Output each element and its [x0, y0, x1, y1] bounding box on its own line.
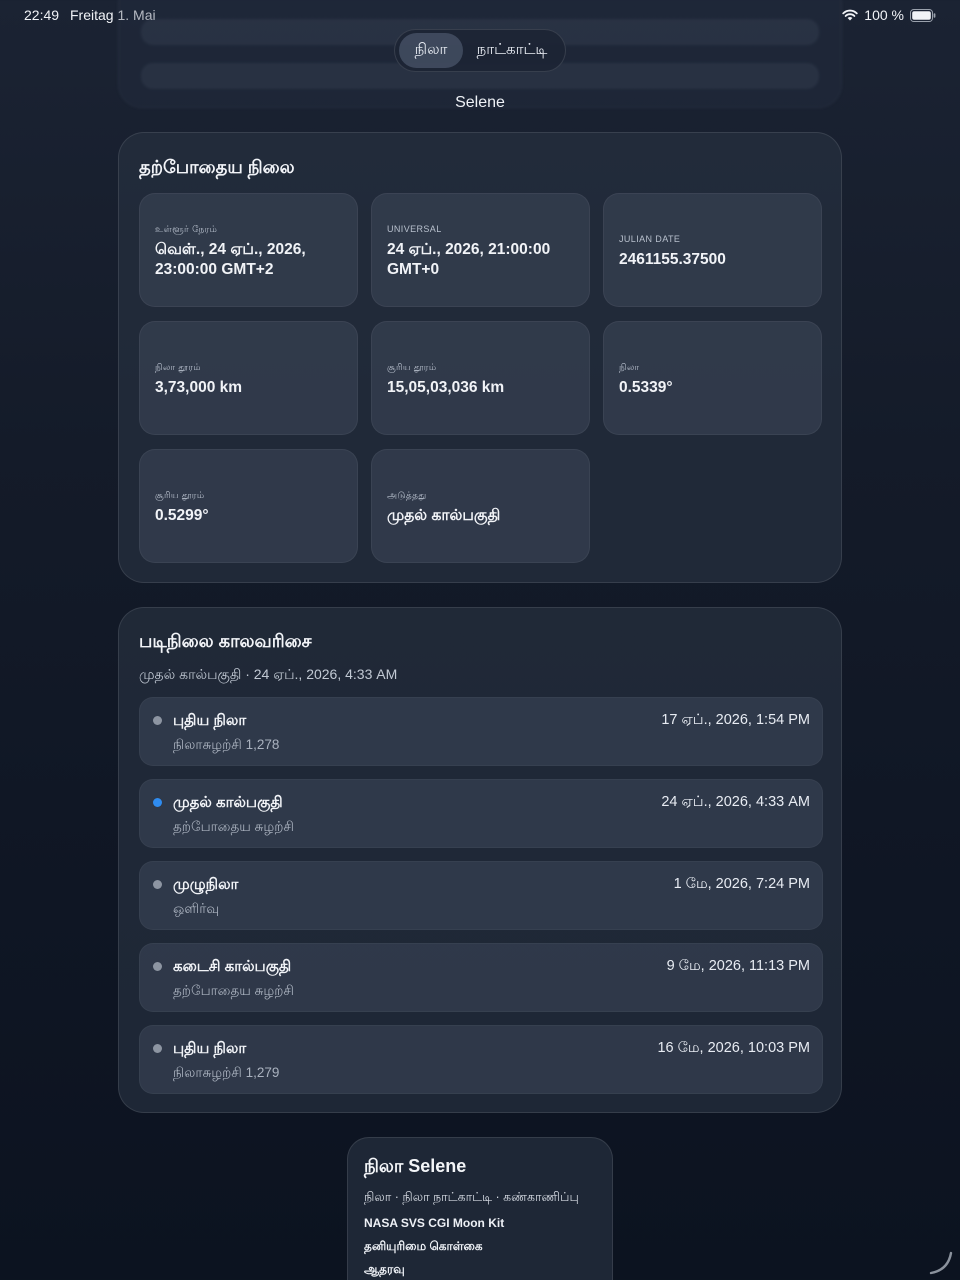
phase-date: 1 மே, 2026, 7:24 PM: [673, 876, 810, 892]
phase-date: 17 ஏப்., 2026, 1:54 PM: [661, 712, 810, 728]
resize-handle-icon[interactable]: [928, 1250, 954, 1276]
phase-dot-icon: [153, 716, 162, 725]
tile-universal-time: UNIVERSAL 24 ஏப்., 2026, 21:00:00 GMT+0: [371, 193, 590, 307]
tile-value: 3,73,000 km: [155, 379, 243, 396]
tile-value: 24 ஏப்., 2026, 21:00:00 GMT+0: [387, 241, 551, 278]
phase-name: புதிய நிலா: [173, 1040, 247, 1057]
tile-value: 0.5339°: [619, 379, 673, 396]
timeline-row-current[interactable]: முதல் கால்பகுதி தற்போதைய சுழற்சி 24 ஏப்.…: [139, 779, 823, 848]
timeline-row[interactable]: முழுநிலா ஒளிர்வு 1 மே, 2026, 7:24 PM: [139, 861, 823, 930]
phase-detail: நிலாசுழற்சி 1,279: [173, 1065, 280, 1080]
app-title: Selene: [455, 94, 505, 111]
phase-name: முதல் கால்பகுதி: [173, 794, 283, 811]
phase-name: கடைசி கால்பகுதி: [173, 958, 292, 975]
tile-value: முதல் கால்பகுதி: [387, 507, 501, 524]
view-switcher: நிலா நாட்காட்டி: [394, 29, 566, 72]
battery-icon: [910, 8, 936, 22]
phase-name: முழுநிலா: [173, 876, 239, 893]
timeline-subtitle: முதல் கால்பகுதி · 24 ஏப்., 2026, 4:33 AM: [139, 666, 398, 682]
tile-label: சூரிய தூரம்: [387, 362, 437, 372]
tile-value: 0.5299°: [155, 507, 209, 524]
tile-label: உள்ளூர் நேரம்: [155, 224, 218, 234]
current-phase-dot-icon: [153, 798, 162, 807]
footer-link-nasa[interactable]: NASA SVS CGI Moon Kit: [364, 1216, 504, 1230]
tile-julian-date: JULIAN DATE 2461155.37500: [603, 193, 822, 307]
tab-moon[interactable]: நிலா: [399, 33, 463, 68]
phase-dot-icon: [153, 1044, 162, 1053]
footer-title: நிலா Selene: [364, 1156, 467, 1176]
phase-name: புதிய நிலா: [173, 712, 247, 729]
tile-label: UNIVERSAL: [387, 224, 442, 234]
footer-link-privacy[interactable]: தனியுரிமை கொள்கை: [364, 1239, 483, 1255]
current-status-title: தற்போதைய நிலை: [139, 157, 295, 177]
timeline-row[interactable]: புதிய நிலா நிலாசுழற்சி 1,278 17 ஏப்., 20…: [139, 697, 823, 766]
phase-dot-icon: [153, 880, 162, 889]
footer-nav[interactable]: நிலா · நிலா நாட்காட்டி · கண்காணிப்பு: [364, 1190, 579, 1206]
status-time: 22:49: [24, 7, 60, 23]
status-right: 100 %: [842, 7, 936, 23]
current-status-card: தற்போதைய நிலை உள்ளூர் நேரம் வெள்., 24 ஏப…: [118, 132, 842, 583]
timeline-row[interactable]: கடைசி கால்பகுதி தற்போதைய சுழற்சி 9 மே, 2…: [139, 943, 823, 1012]
battery-percent: 100 %: [864, 7, 904, 23]
phase-date: 24 ஏப்., 2026, 4:33 AM: [661, 794, 810, 810]
tab-calendar[interactable]: நாட்காட்டி: [463, 33, 561, 68]
phase-timeline-card: படிநிலை காலவரிசை முதல் கால்பகுதி · 24 ஏப…: [118, 607, 842, 1113]
tile-local-time: உள்ளூர் நேரம் வெள்., 24 ஏப்., 2026, 23:0…: [139, 193, 358, 307]
tile-label: நிலா: [619, 362, 640, 372]
tile-sun-angle: சூரிய தூரம் 0.5299°: [139, 449, 358, 563]
tile-label: நிலா தூரம்: [155, 362, 201, 372]
phase-dot-icon: [153, 962, 162, 971]
wifi-icon: [842, 9, 858, 21]
footer-link-support[interactable]: ஆதரவு: [364, 1262, 405, 1278]
phase-detail: ஒளிர்வு: [173, 901, 220, 916]
tile-label: அடுத்தது: [387, 490, 427, 500]
footer-card: நிலா Selene நிலா · நிலா நாட்காட்டி · கண்…: [347, 1137, 613, 1280]
tile-label: சூரிய தூரம்: [155, 490, 205, 500]
phase-date: 16 மே, 2026, 10:03 PM: [657, 1040, 810, 1056]
timeline-title: படிநிலை காலவரிசை: [139, 631, 312, 651]
tile-label: JULIAN DATE: [619, 234, 681, 244]
tile-sun-distance: சூரிய தூரம் 15,05,03,036 km: [371, 321, 590, 435]
tile-moon-distance: நிலா தூரம் 3,73,000 km: [139, 321, 358, 435]
tile-moon-angle: நிலா 0.5339°: [603, 321, 822, 435]
tile-value: வெள்., 24 ஏப்., 2026, 23:00:00 GMT+2: [155, 241, 306, 278]
phase-detail: தற்போதைய சுழற்சி: [173, 819, 294, 834]
tile-value: 15,05,03,036 km: [387, 379, 505, 396]
tile-next-phase: அடுத்தது முதல் கால்பகுதி: [371, 449, 590, 563]
phase-detail: நிலாசுழற்சி 1,278: [173, 737, 280, 752]
phase-date: 9 மே, 2026, 11:13 PM: [666, 958, 810, 974]
tile-value: 2461155.37500: [619, 251, 726, 268]
phase-detail: தற்போதைய சுழற்சி: [173, 983, 294, 998]
timeline-row[interactable]: புதிய நிலா நிலாசுழற்சி 1,279 16 மே, 2026…: [139, 1025, 823, 1094]
